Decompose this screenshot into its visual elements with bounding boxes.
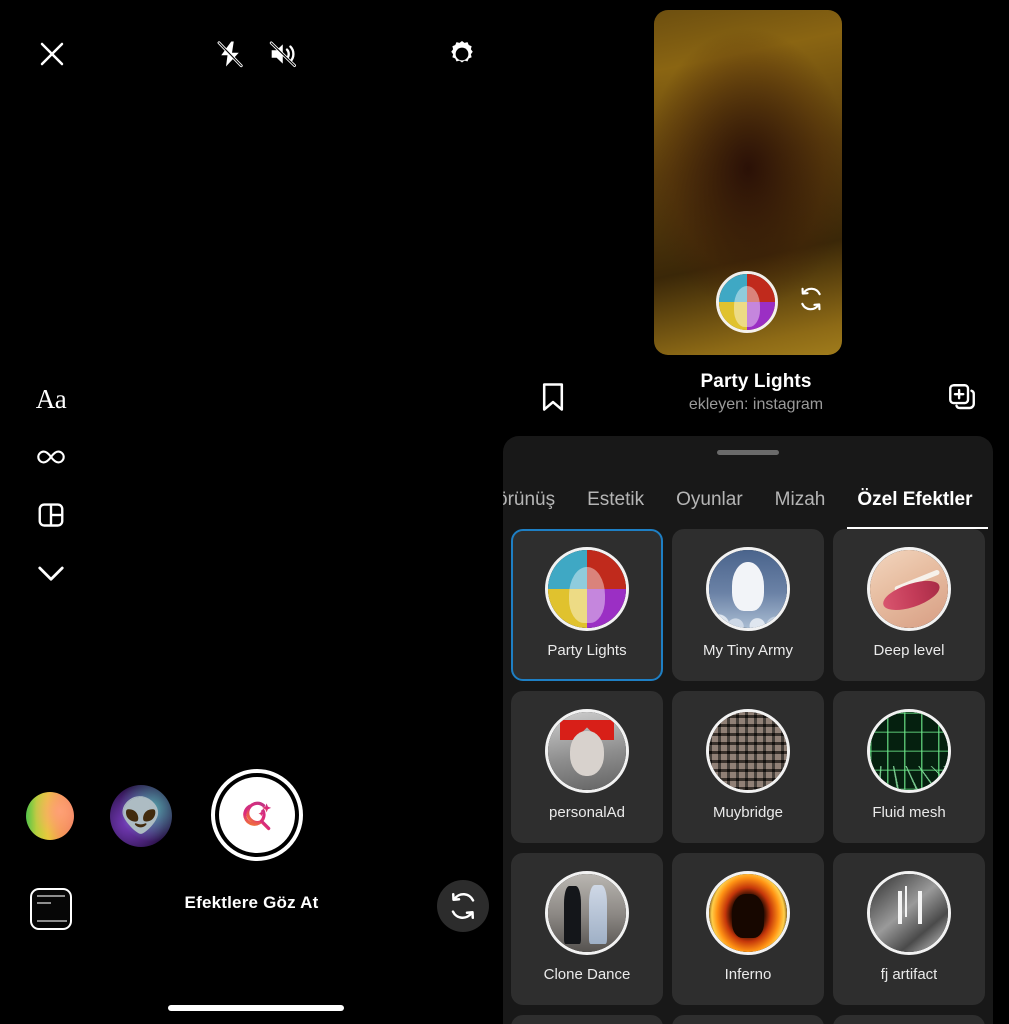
chevron-down-icon[interactable] bbox=[28, 544, 74, 602]
tab-label: Mizah bbox=[774, 488, 826, 510]
effect-tile-label: fj artifact bbox=[880, 966, 938, 983]
effect-thumbnail-icon bbox=[706, 547, 790, 631]
camera-top-bar bbox=[0, 0, 503, 110]
tab-mizah[interactable]: Mizah bbox=[759, 470, 842, 529]
speaker-mute-icon[interactable] bbox=[262, 32, 306, 76]
effect-tile-label: personalAd bbox=[549, 804, 625, 821]
effect-tile[interactable]: Clone Dance bbox=[511, 853, 663, 1005]
effect-author: ekleyen: instagram bbox=[688, 396, 824, 413]
camera-effects-screen: Aa 👽 Efektlere Göz At Party Lights ekley… bbox=[0, 0, 1009, 1024]
effect-tile-label: Party Lights bbox=[547, 642, 627, 659]
tab-label: Estetik bbox=[587, 488, 645, 510]
effect-thumbnail-icon bbox=[545, 871, 629, 955]
home-indicator bbox=[168, 1005, 344, 1011]
sheet-drag-handle[interactable] bbox=[717, 450, 779, 455]
astronaut-icon: 👽 bbox=[119, 797, 163, 835]
camera-flip-icon[interactable] bbox=[798, 286, 824, 317]
browse-effects-shutter[interactable] bbox=[211, 769, 303, 861]
effect-carousel: 👽 bbox=[0, 769, 503, 862]
effect-astronaut[interactable]: 👽 bbox=[110, 785, 172, 847]
effect-tile[interactable] bbox=[511, 1015, 663, 1024]
text-tool-label: Aa bbox=[35, 383, 67, 414]
effects-category-tabs: örünüş Estetik Oyunlar Mizah Özel Efektler bbox=[503, 470, 993, 529]
effect-tile[interactable]: personalAd bbox=[511, 691, 663, 843]
tab-oyunlar[interactable]: Oyunlar bbox=[660, 470, 759, 529]
close-icon[interactable] bbox=[30, 32, 74, 76]
effect-tile-label: Inferno bbox=[724, 966, 772, 983]
effects-sheet: örünüş Estetik Oyunlar Mizah Özel Efektler P… bbox=[503, 436, 993, 1024]
effect-thumbnail-art bbox=[548, 712, 626, 790]
effect-thumbnail-icon bbox=[867, 709, 951, 793]
tab-özel-efektler[interactable]: Özel Efektler bbox=[841, 470, 989, 529]
gear-icon[interactable] bbox=[440, 32, 484, 76]
browse-effects-label: Efektlere Göz At bbox=[184, 893, 319, 912]
effect-thumbnail-art bbox=[548, 874, 626, 952]
effects-grid: Party Lights My Tiny Army Deep level person… bbox=[503, 529, 993, 1024]
effect-thumbnail-icon bbox=[867, 871, 951, 955]
filter-gradient[interactable] bbox=[26, 792, 74, 840]
effect-tile[interactable] bbox=[672, 1015, 824, 1024]
camera-bottom-bar: Efektlere Göz At bbox=[0, 880, 503, 1024]
effect-thumbnail-icon bbox=[545, 709, 629, 793]
effect-title: Party Lights bbox=[700, 371, 812, 392]
effect-thumbnail-art bbox=[870, 874, 948, 952]
infinity-icon[interactable] bbox=[28, 428, 74, 486]
effect-tile[interactable]: Deep level bbox=[833, 529, 985, 681]
effect-meta-strip: Party Lights ekleyen: instagram bbox=[503, 365, 1009, 433]
effect-tile[interactable]: Muybridge bbox=[672, 691, 824, 843]
left-tool-rail: Aa bbox=[28, 370, 74, 602]
tab-label: örünüş bbox=[503, 488, 556, 510]
tab-label: Oyunlar bbox=[676, 488, 743, 510]
effect-meta-text: Party Lights ekleyen: instagram bbox=[503, 371, 1009, 414]
effect-thumbnail-art bbox=[870, 550, 948, 628]
tab-estetik[interactable]: Estetik bbox=[571, 470, 660, 529]
effect-tile[interactable]: Inferno bbox=[672, 853, 824, 1005]
effect-thumbnail-icon bbox=[706, 709, 790, 793]
text-aa-icon[interactable]: Aa bbox=[28, 370, 74, 428]
effect-tile-label: Clone Dance bbox=[543, 966, 631, 983]
tab-örünüş[interactable]: örünüş bbox=[503, 470, 571, 529]
effect-tile-label: Muybridge bbox=[712, 804, 784, 821]
effect-thumbnail-art bbox=[709, 712, 787, 790]
effect-thumbnail-icon bbox=[706, 871, 790, 955]
effect-tile-label: Fluid mesh bbox=[872, 804, 946, 821]
layout-grid-icon[interactable] bbox=[28, 486, 74, 544]
effect-thumbnail-art bbox=[709, 550, 787, 628]
effect-tile[interactable]: My Tiny Army bbox=[672, 529, 824, 681]
effect-thumbnail-art bbox=[548, 550, 626, 628]
effect-tile-label: Deep level bbox=[873, 642, 945, 659]
party-lights-thumb bbox=[716, 271, 778, 333]
effect-tile[interactable] bbox=[833, 1015, 985, 1024]
effect-thumbnail-icon bbox=[545, 547, 629, 631]
flash-off-icon[interactable] bbox=[208, 32, 252, 76]
effect-thumbnail-art bbox=[709, 874, 787, 952]
effect-tile[interactable]: fj artifact bbox=[833, 853, 985, 1005]
effect-tile[interactable]: Fluid mesh bbox=[833, 691, 985, 843]
effect-live-preview[interactable] bbox=[654, 10, 842, 355]
camera-flip-icon[interactable] bbox=[437, 880, 489, 932]
tab-label: Özel Efektler bbox=[857, 488, 973, 510]
magnifier-sparkle-icon bbox=[219, 777, 295, 853]
effect-tile-label: My Tiny Army bbox=[702, 642, 793, 659]
effect-thumbnail-icon bbox=[867, 547, 951, 631]
effect-tile[interactable]: Party Lights bbox=[511, 529, 663, 681]
effect-thumbnail-art bbox=[870, 712, 948, 790]
add-to-collection-icon[interactable] bbox=[941, 375, 983, 419]
